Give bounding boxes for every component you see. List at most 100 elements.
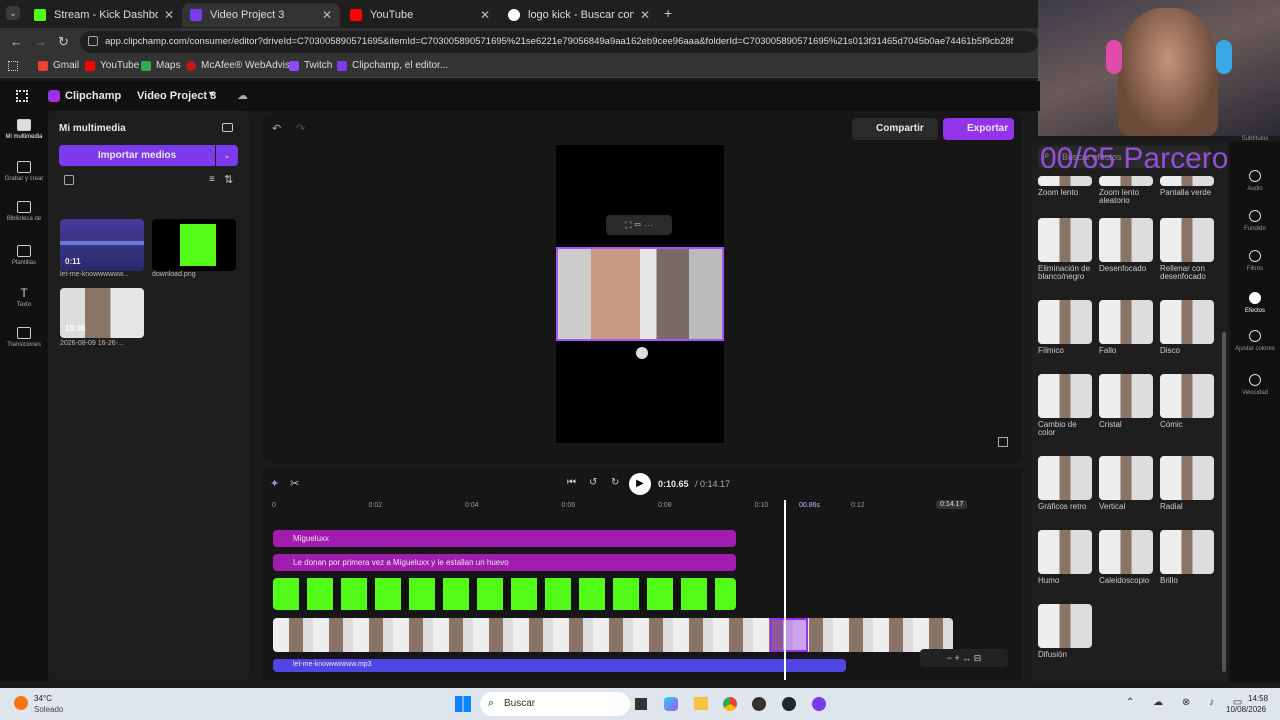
tab-video-project[interactable]: Video Project 3 ✕ [182,3,340,27]
rail-transitions[interactable]: Transiciones [0,327,48,349]
chrome-icon[interactable] [723,697,737,711]
taskbar-search[interactable]: ⌕ Buscar [480,692,630,716]
video-canvas[interactable]: ⛶ ▭ ⋯ [556,145,724,443]
zoom-controls[interactable]: − + ↔ ⊟ [920,649,1008,667]
tab-kick-dashboard[interactable]: Stream - Kick Dashboard ✕ [26,3,182,27]
project-title[interactable]: Video Project 3 [137,90,216,102]
rail-subtitles[interactable]: Subtítulos [1230,136,1280,142]
playhead[interactable] [784,500,786,680]
selected-clip[interactable] [556,247,724,341]
forward-icon[interactable]: ↻ [611,477,619,488]
split-marker[interactable] [770,618,808,652]
rail-text[interactable]: T Texto [0,287,48,309]
site-info-icon[interactable] [88,36,98,46]
skip-back-icon[interactable]: ⏮ [567,477,576,488]
rail-library[interactable]: Biblioteca de [0,201,48,223]
media-item-image[interactable] [152,219,236,271]
video-track[interactable] [273,618,953,652]
effect-item[interactable]: Zoom lento [1038,176,1092,197]
import-options-button[interactable]: ⌄ [216,145,238,166]
effect-item[interactable]: Humo [1038,530,1092,585]
bookmark-gmail[interactable]: Gmail [38,60,79,71]
effect-item[interactable]: Desenfocado [1099,218,1153,273]
bookmark-maps[interactable]: Maps [141,60,180,71]
text-track-1[interactable]: Migueluxx [273,530,736,547]
filter-icon[interactable]: ≡ [209,174,215,185]
rewind-icon[interactable]: ↺ [589,477,597,488]
rail-audio[interactable]: Audio [1230,170,1280,192]
rail-adjust-colors[interactable]: Ajustar colores [1230,330,1280,352]
weather-icon[interactable] [14,696,28,710]
rotate-handle-icon[interactable] [636,347,648,359]
effect-item[interactable]: Vertical [1099,456,1153,511]
effect-item[interactable]: Cristal [1099,374,1153,429]
tab-list-icon[interactable]: ⌄ [6,6,20,20]
fullscreen-icon[interactable] [998,437,1008,447]
effect-item[interactable]: Gráficos retro [1038,456,1092,511]
magic-icon[interactable]: ✦ [270,477,279,490]
new-tab-icon[interactable]: + [664,5,672,21]
rail-fade[interactable]: Fundido [1230,210,1280,232]
rail-record-create[interactable]: Grabar y crear [0,161,48,183]
bookmark-twitch[interactable]: Twitch [289,60,332,71]
effect-item[interactable]: Rellenar con desenfocado [1160,218,1214,281]
undo-icon[interactable]: ↶ [272,122,281,135]
url-field[interactable]: app.clipchamp.com/consumer/editor?driveI… [80,31,1038,53]
close-icon[interactable]: ✕ [480,8,490,22]
media-item-video[interactable]: 19:36 [60,288,144,338]
split-icon[interactable]: ✂ [290,477,299,490]
effect-item[interactable]: Cómic [1160,374,1214,429]
effect-item[interactable]: Fílmico [1038,300,1092,355]
sort-icon[interactable]: ⇅ [224,173,233,186]
import-media-button[interactable]: Importar medios [59,145,215,166]
close-icon[interactable]: ✕ [640,8,650,22]
tab-google-search[interactable]: logo kick - Buscar con Google ✕ [500,3,658,27]
bookmark-mcafee[interactable]: McAfee® WebAdvis... [186,60,298,71]
effects-scrollbar[interactable] [1222,332,1226,672]
select-all-checkbox[interactable] [64,175,74,185]
close-icon[interactable]: ✕ [164,8,174,22]
tab-youtube[interactable]: YouTube ✕ [342,3,498,27]
share-button[interactable]: Compartir [852,118,938,140]
effect-item[interactable]: Fallo [1099,300,1153,355]
effect-item[interactable]: Pantalla verde [1160,176,1214,197]
redo-icon[interactable]: ↷ [296,122,305,135]
chevron-down-icon[interactable]: ▼ [207,89,216,99]
rail-effects[interactable]: Efectos [1230,292,1280,314]
task-view-icon[interactable] [635,698,647,710]
file-explorer-icon[interactable] [694,697,708,710]
close-icon[interactable]: ✕ [322,8,332,22]
effect-item[interactable]: Cambio de color [1038,374,1092,437]
play-button[interactable]: ▶ [629,473,651,495]
effect-item[interactable]: Disco [1160,300,1214,355]
app-icon[interactable] [812,697,826,711]
audio-track[interactable]: let-me-knowwwwww.mp3 [273,659,846,672]
effect-item[interactable]: Difusión [1038,604,1092,659]
forward-icon[interactable]: → [34,34,47,49]
rail-speed[interactable]: Velocidad [1230,374,1280,396]
back-icon[interactable]: ← [10,34,23,49]
reload-icon[interactable]: ↻ [58,34,69,50]
obs-icon[interactable] [752,697,766,711]
apps-grid-icon[interactable] [8,61,18,71]
rail-templates[interactable]: Plantillas [0,245,48,267]
effect-item[interactable]: Caleidoscopio [1099,530,1153,585]
copilot-icon[interactable] [664,697,678,711]
media-item-audio[interactable]: 0:11 [60,219,144,271]
effect-item[interactable]: Eliminación de blanco/negro [1038,218,1092,281]
windows-start-icon[interactable] [455,696,471,712]
export-button[interactable]: Exportar [943,118,1014,140]
effect-item[interactable]: Brillo [1160,530,1214,585]
text-track-2[interactable]: Le donan por primera vez a Migueluxx y l… [273,554,736,571]
steam-icon[interactable] [782,697,796,711]
bookmark-youtube[interactable]: YouTube [85,60,139,71]
effect-item[interactable]: Radial [1160,456,1214,511]
rail-filters[interactable]: Filtros [1230,250,1280,272]
bookmark-clipchamp[interactable]: Clipchamp, el editor... [337,60,448,71]
cloud-off-icon[interactable]: ☁ [237,89,248,102]
rail-my-media[interactable]: Mi multimedia [0,119,48,141]
collapse-panel-icon[interactable] [222,123,233,132]
apps-launcher-icon[interactable] [16,90,28,102]
image-track-kick[interactable] [273,578,736,610]
effect-item[interactable]: Zoom lento aleatorio [1099,176,1153,205]
